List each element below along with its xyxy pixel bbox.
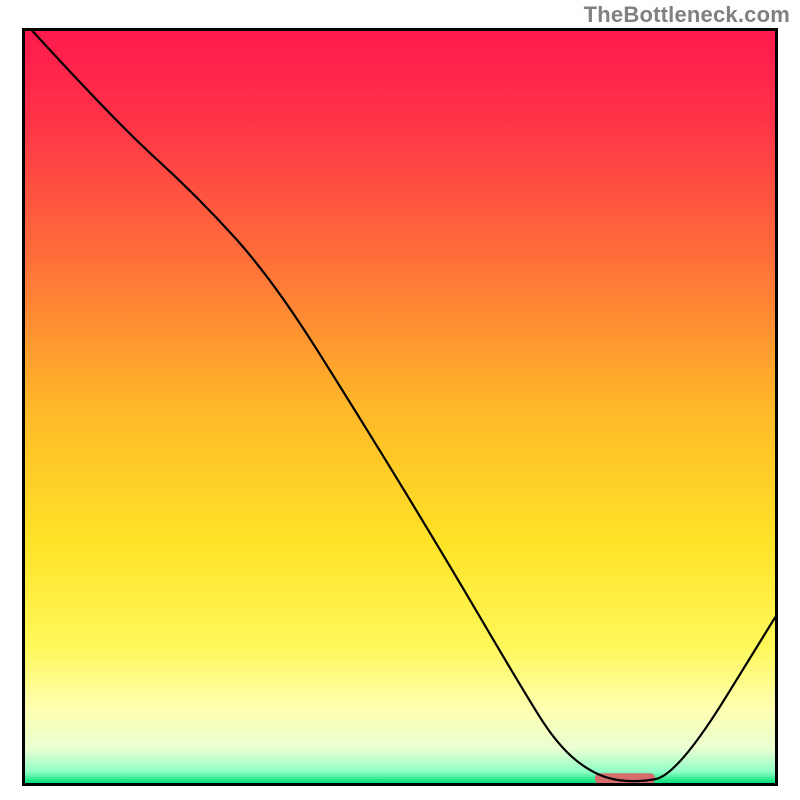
watermark-text: TheBottleneck.com — [584, 2, 790, 28]
gradient-background — [25, 31, 775, 783]
gradient-rect — [25, 31, 775, 783]
chart-stage: TheBottleneck.com — [0, 0, 800, 800]
plot-frame — [22, 28, 778, 786]
